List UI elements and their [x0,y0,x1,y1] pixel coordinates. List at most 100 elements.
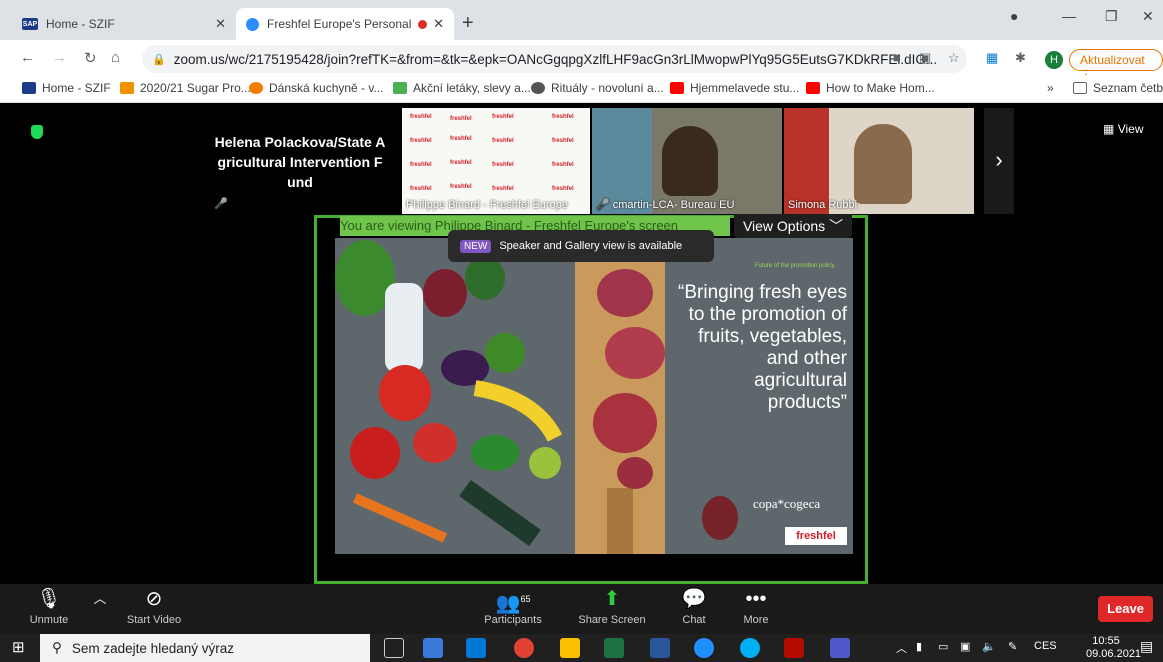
reload-icon[interactable]: ↻ [84,49,97,67]
extensions-icon[interactable]: ✱ [1015,50,1026,66]
close-tab-icon[interactable]: ✕ [215,16,226,32]
search-icon: ⚲ [52,640,62,655]
participant-tile[interactable]: Helena Polackova/State A gricultural Int… [210,108,400,214]
view-options-label: View Options [742,218,826,234]
bookmark-icon [120,82,134,94]
acrobat-app-icon[interactable] [784,638,804,658]
tab-title: Freshfel Europe's Personal M [267,17,415,31]
muted-mic-icon: 🎤 [214,198,228,210]
camera-icon[interactable]: ■ [893,50,901,65]
participant-name: und [287,174,313,190]
bookmark-item[interactable]: How to Make Hom... [806,81,935,95]
taskbar-clock[interactable]: 10:55 09.06.2021 [1086,634,1141,661]
language-indicator[interactable]: CES [1034,640,1057,652]
network-icon[interactable]: ▣ [960,640,970,653]
sap-icon [22,82,36,94]
task-view-icon[interactable] [384,638,404,658]
tooltip-text: Speaker and Gallery view is available [499,240,683,252]
bookmark-item[interactable]: Home - SZIF [22,81,111,95]
windows-start-icon[interactable]: ⊞ [12,638,25,656]
start-video-button[interactable]: ⊘ Start Video [118,584,190,634]
chat-button[interactable]: 💬 Chat [672,584,716,634]
home-icon[interactable]: ⌂ [111,49,120,66]
windows-taskbar: ⊞ ⚲ Sem zadejte hledaný výraz ︿ ▮ ▭ ▣ 🔈 … [0,634,1163,662]
share-screen-button[interactable]: ⬆ Share Screen [572,584,652,634]
bookmark-item[interactable]: 2020/21 Sugar Pro... [120,81,251,95]
chrome-app-icon[interactable] [514,638,534,658]
calculator-app-icon[interactable] [423,638,443,658]
tray-chevron-icon[interactable]: ︿ [896,640,907,656]
participants-label: Participants [484,614,542,626]
edge-app-icon[interactable] [694,638,714,658]
video-off-icon: ⊘ [145,588,163,610]
notifications-icon[interactable]: ▤ [1140,638,1153,655]
bookmark-label: Home - SZIF [42,81,111,95]
skype-app-icon[interactable] [740,638,760,658]
participant-video [662,126,718,196]
bookmark-item[interactable]: Rituály - novoluní a... [531,81,664,95]
bookmark-item[interactable]: Akční letáky, slevy a... [393,81,531,95]
participant-tile[interactable]: 🎤 cmartin-LCA- Bureau EU [592,108,782,214]
windows-apps-icon[interactable]: ▦ [986,50,998,66]
restore-icon[interactable]: ❐ [1105,8,1118,25]
slide-tag: Future of the promotion policy [755,263,835,269]
minimize-icon[interactable]: — [1062,8,1076,24]
audio-options-button[interactable]: ︿ [90,584,110,634]
share-screen-icon: ⬆ [603,588,621,610]
participant-tile[interactable]: freshfel freshfel freshfel freshfel freshfe… [402,108,590,214]
participants-button[interactable]: 👥65 Participants [478,584,548,634]
battery-icon[interactable]: ▭ [938,640,948,653]
unmute-button[interactable]: 🎙 Unmute [24,584,74,634]
leave-button[interactable]: Leave [1098,596,1153,622]
profile-avatar[interactable]: H [1045,51,1063,69]
excel-app-icon[interactable] [604,638,624,658]
next-page-arrow-icon[interactable]: › [984,108,1014,214]
bookmarks-overflow[interactable]: » [1047,81,1054,95]
profile-menu-icon[interactable]: ● [1010,8,1018,24]
reading-list[interactable]: Seznam četby [1073,81,1163,95]
youtube-icon [670,82,684,94]
teams-app-icon[interactable] [830,638,850,658]
participant-tile[interactable]: Simona Rubbi [784,108,974,214]
star-icon[interactable]: ☆ [948,50,960,66]
view-options-dropdown[interactable]: View Options ﹀ [734,214,852,238]
muted-mic-icon: 🎙 [36,588,62,610]
bookmark-icon [393,82,407,94]
view-label: View [1117,122,1144,136]
pen-icon[interactable]: ✎ [1008,640,1017,653]
back-icon[interactable]: ← [20,49,35,66]
participant-video [854,124,912,204]
slide-quote: “Bringing fresh eyes to the promotion of… [678,282,847,413]
update-button[interactable]: Aktualizovat ⋮ [1069,49,1163,81]
view-button[interactable]: ▦ View [1103,122,1143,136]
more-icon: ••• [745,588,767,610]
word-app-icon[interactable] [650,638,670,658]
participant-name-block: Helena Polackova/State A gricultural Int… [210,132,390,192]
outlook-app-icon[interactable] [466,638,486,658]
chat-icon: 💬 [681,588,707,610]
new-tab-button[interactable]: + [462,12,474,35]
tab-home-szif[interactable]: SAP Home - SZIF ✕ [12,8,236,40]
volume-icon[interactable]: 🔈 [982,640,996,653]
close-tab-icon[interactable]: ✕ [433,16,444,32]
file-explorer-icon[interactable] [560,638,580,658]
bookmark-item[interactable]: Dánská kuchyně - v... [249,81,384,95]
participant-name: cmartin-LCA- Bureau EU [612,199,735,211]
bookmark-label: Rituály - novoluní a... [551,81,664,95]
bookmark-item[interactable]: Hjemmelavede stu... [670,81,799,95]
forward-icon[interactable]: → [52,49,67,66]
close-window-icon[interactable]: ✕ [1142,8,1154,25]
tray-app-icon[interactable]: ▮ [916,640,922,653]
speaker-gallery-tooltip: NEW Speaker and Gallery view is availabl… [448,230,714,262]
grid-icon: ▦ [1103,122,1115,136]
translate-icon[interactable]: ▣ [919,50,931,66]
taskbar-search[interactable]: ⚲ Sem zadejte hledaný výraz [40,634,370,662]
bookmark-label: Akční letáky, slevy a... [413,81,531,95]
security-shield-icon[interactable] [31,125,43,139]
more-button[interactable]: ••• More [736,584,776,634]
sap-icon: SAP [22,18,38,30]
recording-icon [418,19,428,29]
address-bar[interactable]: 🔒 zoom.us/wc/2175195428/join?refTK=&from… [142,45,967,73]
zoom-icon [246,17,259,31]
tab-freshfel-zoom[interactable]: Freshfel Europe's Personal M ✕ [236,8,454,40]
